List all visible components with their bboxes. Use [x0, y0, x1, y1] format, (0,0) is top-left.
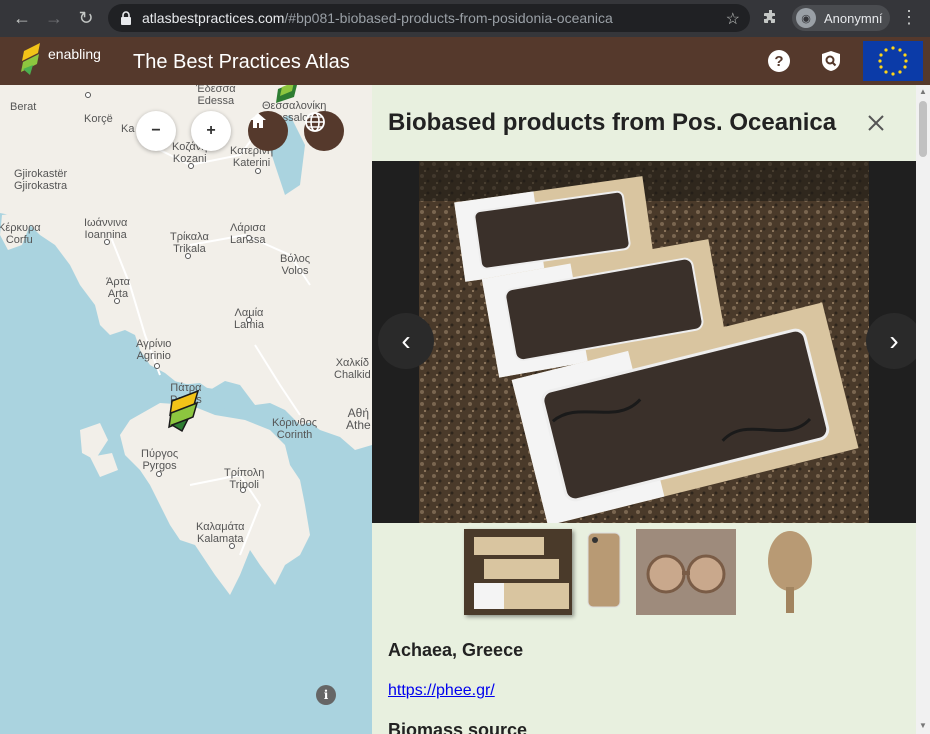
gallery-next-button[interactable]: ›	[866, 313, 922, 369]
city-marker	[246, 317, 252, 323]
map-label: Χαλκίδ Chalkid	[334, 357, 371, 381]
map-label: Κέρκυρα Corfu	[0, 222, 41, 246]
scroll-up-icon[interactable]: ▲	[919, 88, 927, 96]
help-icon[interactable]: ?	[768, 50, 790, 72]
browser-menu-icon[interactable]: ⋮	[900, 8, 918, 26]
privacy-shield-icon[interactable]	[820, 50, 842, 72]
map-label: Βόλος Volos	[280, 253, 310, 277]
map-label: Κόρινθος Corinth	[272, 417, 318, 441]
zoom-in-button[interactable]: +	[191, 111, 231, 151]
thumbnail-sunglasses[interactable]	[636, 529, 736, 615]
close-icon[interactable]	[866, 113, 886, 133]
extensions-icon[interactable]	[762, 8, 780, 31]
globe-button[interactable]	[304, 111, 344, 151]
map-label: Αγρίνιο Agrinio	[136, 338, 172, 362]
map-label: Καλαμάτα Kalamata	[196, 521, 245, 545]
map-label: Λάρισα Larissa	[230, 222, 266, 246]
map-label: Πύργος Pyrgos	[141, 448, 179, 472]
logo-text: enabling	[48, 46, 101, 62]
city-marker	[240, 487, 246, 493]
best-practice-marker-icon[interactable]	[274, 85, 302, 105]
location-heading: Achaea, Greece	[388, 640, 524, 660]
browser-toolbar: ← → ↻ atlasbestpractices.com/#bp081-biob…	[0, 0, 930, 37]
map-label: Τρίκαλα Trikala	[170, 231, 209, 255]
logo[interactable]: enabling	[20, 41, 101, 77]
city-marker	[246, 235, 252, 241]
section-heading-biomass-source: Biomass source	[388, 720, 528, 734]
profile-button[interactable]: ◉ Anonymní	[792, 5, 890, 31]
eu-flag-icon	[863, 41, 923, 81]
map-label: Ka	[121, 123, 135, 135]
gallery-thumbnails	[464, 528, 830, 616]
map-label: Ιωάννινα Ioannina	[84, 217, 128, 241]
app-header: enabling The Best Practices Atlas ?	[0, 37, 930, 85]
address-bar[interactable]: atlasbestpractices.com/#bp081-biobased-p…	[108, 4, 750, 32]
reload-icon[interactable]: ↻	[70, 2, 102, 34]
zoom-out-button[interactable]: −	[136, 111, 176, 151]
scroll-down-icon[interactable]: ▼	[919, 722, 927, 730]
attribution-info-button[interactable]: i	[316, 685, 336, 705]
url-text: atlasbestpractices.com/#bp081-biobased-p…	[142, 10, 613, 26]
map-label: Gjirokastër Gjirokastra	[14, 168, 68, 192]
detail-panel: Biobased products from Pos. Oceanica ‹ ›…	[372, 85, 930, 734]
gallery-prev-button[interactable]: ‹	[378, 313, 434, 369]
selected-best-practice-marker-icon[interactable]	[168, 389, 202, 433]
city-marker	[104, 239, 110, 245]
page-title: The Best Practices Atlas	[133, 51, 350, 73]
lock-icon	[121, 11, 131, 25]
city-marker	[156, 471, 162, 477]
back-icon[interactable]: ←	[6, 2, 38, 34]
forward-icon[interactable]: →	[38, 2, 70, 34]
panel-scrollbar[interactable]: ▲ ▼	[916, 85, 930, 734]
website-link[interactable]: https://phee.gr/	[388, 682, 495, 700]
panel-title: Biobased products from Pos. Oceanica	[388, 109, 837, 136]
incognito-icon: ◉	[796, 8, 816, 28]
map-label: Berat	[10, 101, 37, 113]
city-marker	[255, 168, 261, 174]
leaf-logo-icon	[21, 43, 40, 75]
city-marker	[185, 253, 191, 259]
map-view[interactable]: Berat Korçë Ka Κοζάνη Kozani Έδεσσα Edes…	[0, 85, 372, 734]
map-label: Άρτα Arta	[106, 276, 130, 300]
profile-label: Anonymní	[824, 10, 883, 26]
city-marker	[114, 298, 120, 304]
city-marker	[188, 163, 194, 169]
thumbnail-packaging[interactable]	[464, 529, 572, 615]
bookmark-star-icon[interactable]: ☆	[726, 9, 740, 29]
home-button[interactable]	[248, 111, 288, 151]
thumbnail-paddle[interactable]	[750, 529, 830, 615]
map-label: Έδεσσα Edessa	[196, 85, 236, 107]
city-marker	[229, 543, 235, 549]
globe-icon	[305, 112, 325, 132]
map-label: Korçë	[84, 113, 113, 125]
city-marker	[85, 92, 91, 98]
gallery-main-image[interactable]	[419, 161, 869, 523]
map-label: Αθή Athe	[346, 406, 371, 432]
thumbnail-phone-case[interactable]	[586, 529, 622, 615]
home-icon	[250, 113, 266, 128]
scroll-thumb[interactable]	[919, 101, 927, 157]
city-marker	[154, 363, 160, 369]
image-gallery: ‹ ›	[372, 161, 922, 523]
